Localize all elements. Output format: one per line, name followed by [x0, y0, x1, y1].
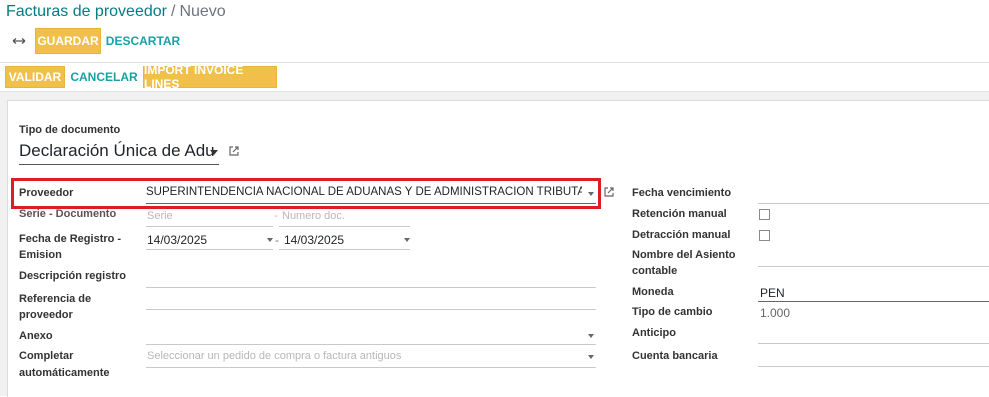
fecha-registro-input[interactable]: 14/03/2025	[147, 233, 207, 247]
caret-down-icon[interactable]	[210, 150, 218, 155]
save-button[interactable]: GUARDAR	[35, 28, 101, 54]
external-link-icon[interactable]	[228, 145, 240, 157]
completar-label-line-1: Completar	[19, 350, 74, 362]
moneda-label: Moneda	[632, 286, 674, 298]
anticipo-label: Anticipo	[632, 327, 676, 339]
referencia-label-line-1: Referencia de	[19, 293, 92, 305]
serie-dash: -	[274, 210, 278, 222]
proveedor-highlight-box	[11, 178, 601, 209]
breadcrumb-current: Nuevo	[179, 3, 226, 20]
completar-label-line-2: automáticamente	[19, 367, 110, 379]
detraccion-label: Detracción manual	[632, 229, 731, 241]
serie-underline	[146, 226, 273, 227]
moneda-select[interactable]: PEN	[760, 286, 785, 300]
doc-type-select[interactable]: Declaración Única de Adu	[19, 141, 215, 161]
anexo-label: Anexo	[19, 330, 53, 342]
anexo-select[interactable]	[146, 344, 596, 345]
referencia-input[interactable]	[146, 309, 596, 310]
fecha-label-line-2: Emision	[19, 249, 62, 261]
cuenta-input[interactable]	[758, 366, 989, 367]
caret-down-icon[interactable]	[588, 334, 594, 338]
asiento-label-line-1: Nombre del Asiento	[632, 249, 736, 261]
tipo-cambio-label: Tipo de cambio	[632, 306, 713, 318]
tipo-cambio-value: 1.000	[760, 306, 791, 320]
serie-input[interactable]: Serie	[147, 210, 173, 222]
retencion-checkbox[interactable]	[759, 209, 770, 220]
import-invoice-lines-button[interactable]: IMPORT INVOICE LINES	[143, 63, 277, 91]
vencimiento-label: Fecha vencimiento	[632, 187, 732, 199]
asiento-input[interactable]	[758, 266, 989, 267]
completar-select[interactable]: Seleccionar un pedido de compra o factur…	[147, 350, 401, 362]
completar-underline	[146, 367, 596, 368]
descripcion-label: Descripción registro	[19, 270, 126, 282]
caret-down-icon[interactable]	[588, 355, 594, 359]
breadcrumb: Facturas de proveedor / Nuevo	[6, 3, 226, 21]
fecha-emision-underline	[279, 249, 410, 250]
retencion-label: Retención manual	[632, 208, 727, 220]
descripcion-input[interactable]	[146, 287, 596, 288]
breadcrumb-separator: /	[170, 3, 176, 20]
referencia-label-line-2: proveedor	[19, 309, 73, 321]
numero-underline	[279, 226, 410, 227]
fecha-dash: -	[275, 233, 279, 247]
external-link-icon[interactable]	[603, 186, 615, 198]
breadcrumb-parent[interactable]: Facturas de proveedor	[6, 3, 167, 20]
moneda-underline	[758, 301, 989, 302]
vencimiento-input[interactable]	[758, 203, 989, 204]
validate-button[interactable]: VALIDAR	[5, 66, 65, 88]
caret-down-icon[interactable]	[267, 238, 273, 242]
arrows-icon[interactable]	[12, 34, 26, 48]
anticipo-input[interactable]	[758, 343, 989, 344]
fecha-label-line-1: Fecha de Registro -	[19, 233, 122, 245]
doc-type-label: Tipo de documento	[19, 124, 121, 136]
detraccion-checkbox[interactable]	[759, 230, 770, 241]
discard-button[interactable]: DESCARTAR	[106, 28, 180, 54]
serie-label: Serie - Documento	[19, 208, 117, 220]
cuenta-label: Cuenta bancaria	[632, 350, 718, 362]
cancel-button[interactable]: CANCELAR	[70, 66, 138, 88]
numero-input[interactable]: Numero doc.	[282, 210, 345, 222]
doc-type-underline	[19, 164, 219, 165]
fecha-emision-input[interactable]: 14/03/2025	[284, 233, 344, 247]
caret-down-icon[interactable]	[404, 238, 410, 242]
fecha-registro-underline	[146, 249, 273, 250]
asiento-label-line-2: contable	[632, 265, 678, 277]
